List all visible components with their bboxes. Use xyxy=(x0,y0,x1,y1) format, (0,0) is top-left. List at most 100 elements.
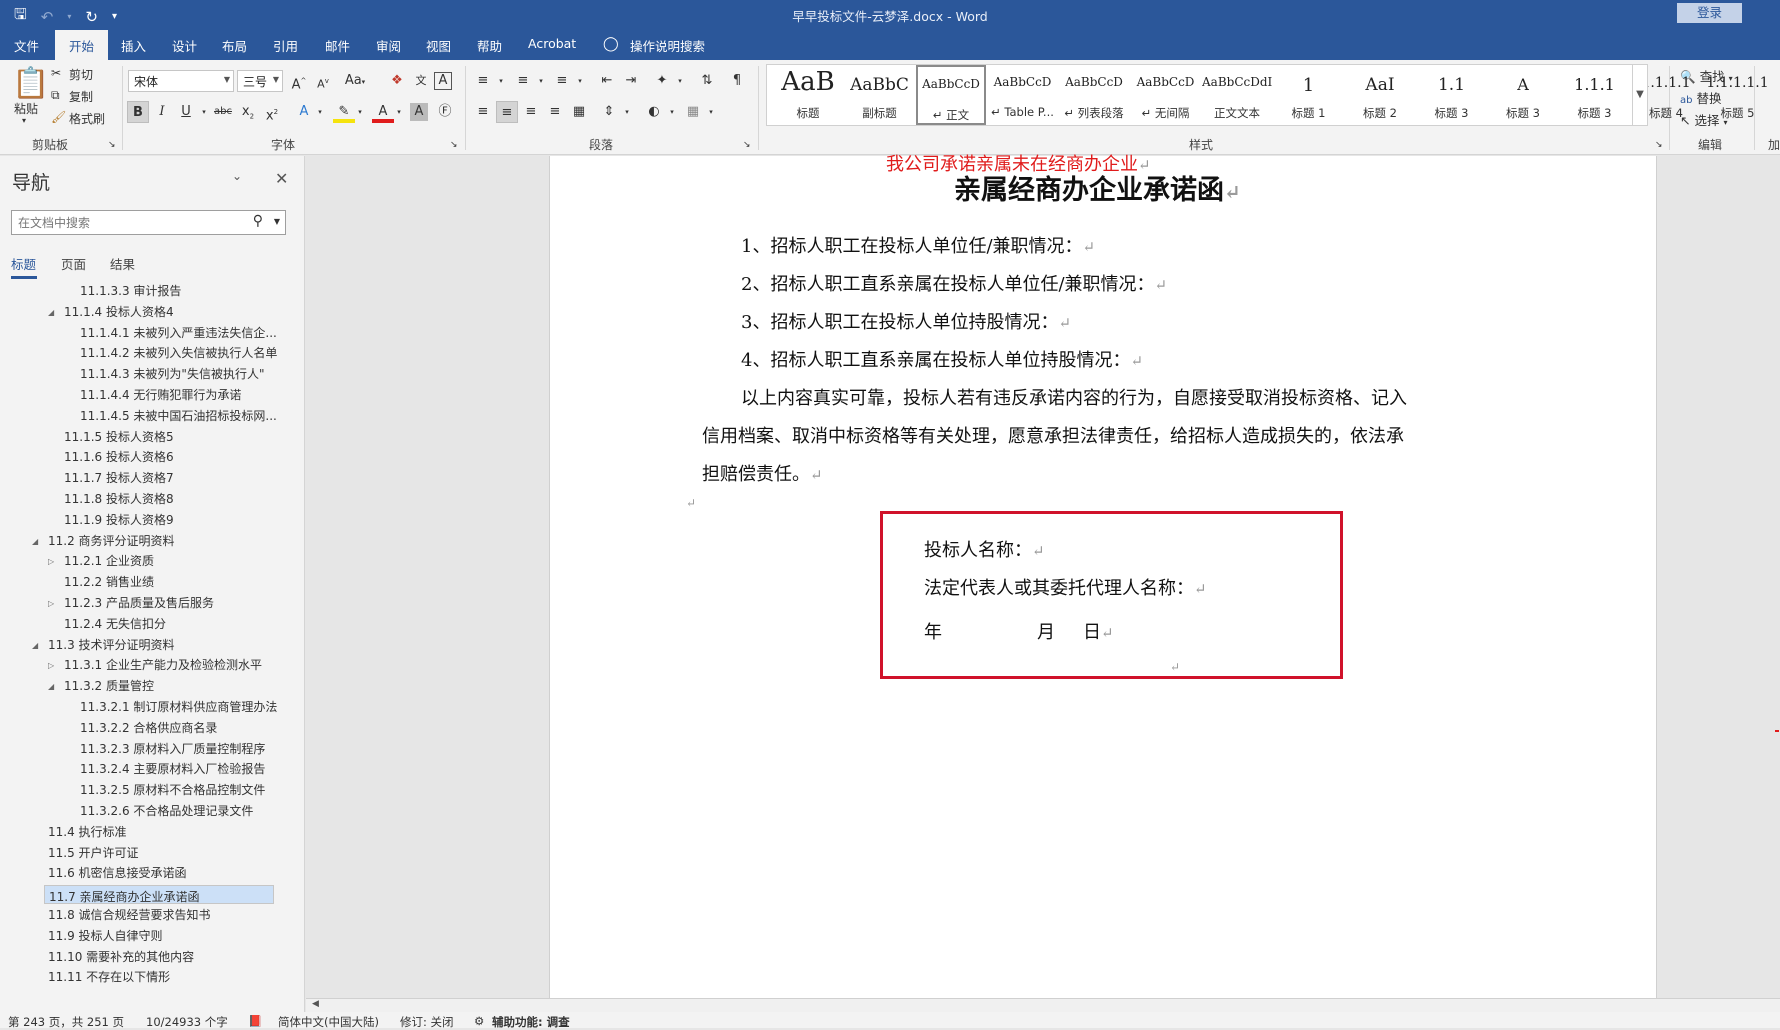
nav-heading-item[interactable]: 11.1.4.5 未被中国石油招标投标网... xyxy=(80,407,277,426)
nav-heading-item[interactable]: 11.1.4.2 未被列入失信被执行人名单 xyxy=(80,344,277,363)
shrink-font-icon[interactable]: Av xyxy=(312,70,334,92)
nav-tab-headings[interactable]: 标题 xyxy=(11,254,36,273)
search-icon[interactable]: ⚲ xyxy=(253,213,263,229)
styles-launcher-icon[interactable]: ↘ xyxy=(1655,140,1663,150)
nav-heading-item[interactable]: 11.5 开户许可证 xyxy=(48,844,139,863)
bullets-dropdown-icon[interactable]: ▾ xyxy=(490,70,512,92)
nav-heading-item[interactable]: 11.3.2.2 合格供应商名录 xyxy=(80,719,217,738)
superscript-icon[interactable]: x2 xyxy=(261,101,283,123)
collapse-triangle-icon[interactable]: ◢ xyxy=(32,636,38,655)
enclose-characters-icon[interactable]: Ⓕ xyxy=(434,101,456,123)
copy-button[interactable]: 复制 xyxy=(69,88,93,105)
close-icon[interactable]: ✕ xyxy=(275,169,288,188)
grow-font-icon[interactable]: A^ xyxy=(288,70,310,92)
style-item[interactable]: AaI 标题 2 xyxy=(1345,65,1415,125)
subscript-icon[interactable]: x2 xyxy=(237,101,259,123)
collapse-triangle-icon[interactable]: ◢ xyxy=(48,677,54,696)
tell-me-search[interactable]: 操作说明搜索 xyxy=(630,36,705,55)
expand-triangle-icon[interactable]: ▷ xyxy=(48,552,54,571)
search-dropdown-icon[interactable]: ▼ xyxy=(274,217,280,226)
nav-heading-item[interactable]: 11.1.4.4 无行贿犯罪行为承诺 xyxy=(80,386,241,405)
collapse-triangle-icon[interactable]: ◢ xyxy=(32,532,38,551)
clipboard-launcher-icon[interactable]: ↘ xyxy=(108,140,116,150)
tab-home[interactable]: 开始 xyxy=(55,30,109,60)
nav-heading-item[interactable]: ▷ 11.3.1 企业生产能力及检验检测水平 xyxy=(48,656,262,675)
justify-icon[interactable]: ≡ xyxy=(544,101,566,123)
tab-file[interactable]: 文件 xyxy=(14,36,39,55)
decrease-indent-icon[interactable]: ⇤ xyxy=(596,70,618,92)
login-button[interactable]: 登录 xyxy=(1677,3,1742,23)
format-painter-icon[interactable]: 🖌 xyxy=(51,110,66,124)
change-case-button[interactable]: Aa▾ xyxy=(340,70,370,92)
numbering-dropdown-icon[interactable]: ▾ xyxy=(530,70,552,92)
tab-help[interactable]: 帮助 xyxy=(477,36,502,55)
character-shading-icon[interactable]: A xyxy=(410,103,428,121)
paste-dropdown-icon[interactable]: ▾ xyxy=(22,116,26,125)
style-item[interactable]: AaBbCcDdI 正文文本 xyxy=(1202,65,1272,125)
tab-insert[interactable]: 插入 xyxy=(121,36,146,55)
scroll-left-icon[interactable]: ◀ xyxy=(312,999,319,1009)
style-item[interactable]: 1.1 标题 3 xyxy=(1417,65,1487,125)
nav-heading-item[interactable]: 11.1.6 投标人资格6 xyxy=(64,448,174,467)
paragraph-launcher-icon[interactable]: ↘ xyxy=(743,140,751,150)
highlight-dropdown-icon[interactable]: ▾ xyxy=(349,101,371,123)
style-item[interactable]: AaBbCcD ↵ 正文 xyxy=(916,65,986,125)
text-effects-dropdown-icon[interactable]: ▾ xyxy=(309,101,331,123)
nav-tab-results[interactable]: 结果 xyxy=(110,254,135,273)
nav-heading-item[interactable]: 11.3.2.1 制订原材料供应商管理办法 xyxy=(80,698,277,717)
nav-heading-item[interactable]: ▷ 11.2.1 企业资质 xyxy=(48,552,154,571)
nav-heading-item[interactable]: 11.3.2.6 不合格品处理记录文件 xyxy=(80,802,253,821)
tab-layout[interactable]: 布局 xyxy=(222,36,247,55)
nav-heading-item[interactable]: 11.2.2 销售业绩 xyxy=(64,573,154,592)
style-item[interactable]: AaBbCcD ↵ Table P... xyxy=(988,65,1058,125)
style-item[interactable]: AaBbCcD ↵ 无间隔 xyxy=(1131,65,1201,125)
collapse-triangle-icon[interactable]: ◢ xyxy=(48,303,54,322)
tab-mailings[interactable]: 邮件 xyxy=(325,36,350,55)
nav-heading-item[interactable]: 11.2.4 无失信扣分 xyxy=(64,615,166,634)
nav-heading-item[interactable]: 11.9 投标人自律守则 xyxy=(48,927,163,946)
style-item[interactable]: A 标题 3 xyxy=(1488,65,1558,125)
chevron-down-icon[interactable]: ⌄ xyxy=(232,169,242,183)
style-item[interactable]: 1.1.1.1.1 标题 5 xyxy=(1703,65,1773,125)
nav-heading-item[interactable]: 11.4 执行标准 xyxy=(48,823,127,842)
show-marks-icon[interactable]: ¶ xyxy=(726,70,748,92)
nav-heading-item[interactable]: 11.1.3.3 审计报告 xyxy=(80,282,181,301)
nav-heading-item[interactable]: ▷ 11.2.3 产品质量及售后服务 xyxy=(48,594,214,613)
style-item[interactable]: AaB 标题 xyxy=(773,65,843,125)
gallery-more-icon[interactable]: ▼ xyxy=(1632,64,1648,126)
nav-tab-pages[interactable]: 页面 xyxy=(61,254,86,273)
nav-heading-item[interactable]: 11.1.4.1 未被列入严重违法失信企... xyxy=(80,324,277,343)
font-size-select[interactable]: 三号 ▼ xyxy=(237,70,283,92)
nav-heading-item[interactable]: 11.1.5 投标人资格5 xyxy=(64,428,174,447)
nav-heading-item[interactable]: ◢ 11.1.4 投标人资格4 xyxy=(48,303,174,322)
tab-acrobat[interactable]: Acrobat xyxy=(528,36,576,51)
nav-heading-item[interactable]: 11.1.7 投标人资格7 xyxy=(64,469,174,488)
align-left-icon[interactable]: ≡ xyxy=(472,101,494,123)
nav-search-input[interactable]: 在文档中搜索 ⚲ ▼ xyxy=(11,210,286,235)
line-spacing-dropdown-icon[interactable]: ▾ xyxy=(616,101,638,123)
clear-formatting-icon[interactable]: ❖ xyxy=(386,70,408,92)
sort-icon[interactable]: ⇅ xyxy=(696,70,718,92)
tab-view[interactable]: 视图 xyxy=(426,36,451,55)
distributed-icon[interactable]: ▦ xyxy=(568,101,590,123)
tab-references[interactable]: 引用 xyxy=(273,36,298,55)
bold-icon[interactable]: B xyxy=(127,101,149,123)
copy-icon[interactable]: ⧉ xyxy=(51,88,60,103)
nav-heading-item[interactable]: 11.10 需要补充的其他内容 xyxy=(48,948,194,967)
align-right-icon[interactable]: ≡ xyxy=(520,101,542,123)
shading-dropdown-icon[interactable]: ▾ xyxy=(661,101,683,123)
horizontal-scrollbar[interactable]: ◀ xyxy=(306,998,1780,1012)
borders-dropdown-icon[interactable]: ▾ xyxy=(700,101,722,123)
nav-heading-item[interactable]: 11.3.2.4 主要原材料入厂检验报告 xyxy=(80,760,265,779)
nav-heading-item[interactable]: 11.1.4.3 未被列为"失信被执行人" xyxy=(80,365,264,384)
chinese-layout-dropdown-icon[interactable]: ▾ xyxy=(669,70,691,92)
nav-heading-item[interactable]: 11.1.8 投标人资格8 xyxy=(64,490,174,509)
paste-icon[interactable]: 📋 xyxy=(12,66,49,101)
paste-button[interactable]: 粘贴 xyxy=(14,100,38,117)
italic-icon[interactable]: I xyxy=(151,101,173,123)
nav-heading-item[interactable]: 11.3.2.3 原材料入厂质量控制程序 xyxy=(80,740,265,759)
strikethrough-icon[interactable]: abc xyxy=(212,101,234,123)
nav-heading-item[interactable]: ◢ 11.3.2 质量管控 xyxy=(48,677,154,696)
style-item[interactable]: AaBbCcD ↵ 列表段落 xyxy=(1059,65,1129,125)
nav-heading-item[interactable]: 11.8 诚信合规经营要求告知书 xyxy=(48,906,211,925)
